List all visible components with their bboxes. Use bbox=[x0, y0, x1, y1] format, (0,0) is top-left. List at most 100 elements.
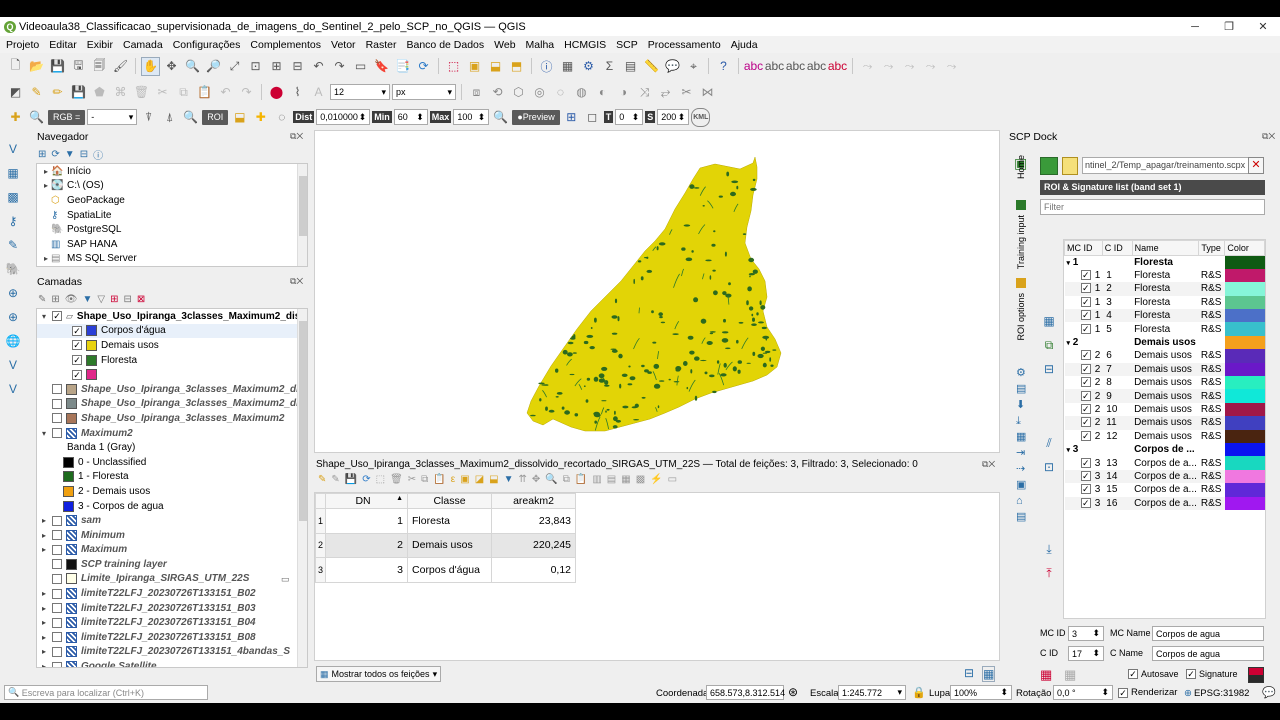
table-cell[interactable]: Demais usos bbox=[407, 532, 493, 558]
preview-toggle-icon[interactable]: ◻ bbox=[583, 108, 602, 127]
sig-checkbox[interactable]: ✓ bbox=[1080, 363, 1091, 374]
offset-curve-icon[interactable]: ⥂ bbox=[656, 83, 675, 102]
layer-item[interactable]: 1 - Floresta bbox=[37, 470, 307, 485]
paste-rows-icon[interactable]: 📋 bbox=[575, 474, 587, 490]
kml-icon[interactable]: KML bbox=[691, 107, 711, 127]
new-layer-icon[interactable]: V bbox=[3, 379, 23, 399]
zoom-full-icon[interactable]: ⤢ bbox=[225, 57, 244, 76]
rotation-input[interactable]: 0,0 ° ⬍ bbox=[1053, 685, 1113, 700]
add-selected-icon[interactable]: ⊞ bbox=[38, 149, 46, 160]
save-attr-icon[interactable]: 💾 bbox=[345, 474, 357, 490]
sig-checkbox[interactable]: ✓ bbox=[1080, 310, 1091, 321]
reshape-icon[interactable]: ⤨ bbox=[635, 83, 654, 102]
identify-features-icon[interactable]: ⓘ bbox=[537, 57, 556, 76]
layer-item[interactable]: ✓ Demais usos bbox=[37, 338, 307, 353]
delete-attr-icon[interactable]: 🗑 bbox=[390, 474, 403, 490]
cut-icon[interactable]: ✂ bbox=[153, 83, 172, 102]
select-feature-icon[interactable]: ▣ bbox=[465, 57, 484, 76]
expand-arrow-icon[interactable]: ▸ bbox=[41, 167, 51, 176]
add-mesh-icon[interactable]: ▩ bbox=[3, 187, 23, 207]
filter-select-icon[interactable]: ▼ bbox=[504, 474, 514, 490]
row-header[interactable]: 3 bbox=[315, 557, 327, 583]
menu-8[interactable]: Banco de Dados bbox=[401, 39, 489, 51]
dist-input[interactable]: 0,010000 ⬍ bbox=[316, 109, 371, 125]
layer-checkbox[interactable]: ✓ bbox=[72, 340, 82, 351]
sig-column-header[interactable]: MC ID bbox=[1064, 240, 1103, 256]
region-growing-icon[interactable]: ◌ bbox=[272, 108, 291, 127]
info-icon[interactable]: ⓘ bbox=[93, 147, 103, 162]
signature-row[interactable]: ✓ 2 8 Demais usos R&S bbox=[1065, 376, 1265, 390]
sig-color[interactable] bbox=[1224, 416, 1265, 430]
navigator-item[interactable]: ⚷ SpatiaLite bbox=[37, 208, 307, 223]
sig-column-header[interactable]: Type bbox=[1198, 240, 1226, 256]
layer-item[interactable]: 0 - Unclassified bbox=[37, 455, 307, 470]
font-size-combo[interactable]: 12 ▾ bbox=[330, 84, 390, 100]
sig-color[interactable] bbox=[1224, 376, 1265, 390]
layer-item[interactable]: ▸ Minimum bbox=[37, 528, 307, 543]
zoom-preview-icon[interactable]: 🔍 bbox=[491, 108, 510, 127]
add-part-icon[interactable]: ◌ bbox=[551, 83, 570, 102]
min-input[interactable]: 60 ⬍ bbox=[393, 109, 428, 125]
menu-10[interactable]: Malha bbox=[520, 39, 559, 51]
layer-item[interactable]: ▸ limiteT22LFJ_20230726T133151_B08 bbox=[37, 630, 307, 645]
roi-button[interactable]: ROI bbox=[202, 109, 229, 125]
add-spatialite-icon[interactable]: ⚷ bbox=[3, 211, 23, 231]
select-expr-icon[interactable]: ε bbox=[451, 474, 455, 490]
zoom-in-icon[interactable]: 🔍 bbox=[183, 57, 202, 76]
layer-item[interactable]: SCP training layer bbox=[37, 557, 307, 572]
row-header[interactable]: 1 bbox=[315, 508, 327, 534]
sig-checkbox[interactable]: ✓ bbox=[1080, 430, 1091, 441]
identify-icon[interactable]: ⬚ bbox=[444, 57, 463, 76]
sig-calc-icon[interactable]: ▦ bbox=[1038, 309, 1060, 333]
signature-row[interactable]: ▾ 1 Floresta bbox=[1065, 255, 1265, 269]
signature-checkbox[interactable]: ✓ Signature bbox=[1186, 669, 1238, 679]
dock-icon[interactable]: ▭ bbox=[668, 474, 677, 490]
tab-roi-options[interactable]: ROI options bbox=[1016, 293, 1026, 341]
sig-color[interactable] bbox=[1224, 295, 1265, 310]
layer-checkbox[interactable] bbox=[52, 515, 62, 526]
sig-color[interactable] bbox=[1224, 282, 1265, 296]
roi-plus-icon[interactable]: ✚ bbox=[251, 108, 270, 127]
mc-id-input[interactable]: 3 ⬍ bbox=[1068, 626, 1104, 641]
menu-3[interactable]: Camada bbox=[117, 39, 167, 51]
manual-roi-icon[interactable]: ⬓ bbox=[230, 108, 249, 127]
signature-row[interactable]: ✓ 3 16 Corpos de a... R&S bbox=[1064, 496, 1265, 510]
layer-checkbox[interactable] bbox=[52, 661, 62, 667]
signature-row[interactable]: ✓ 2 10 Demais usos R&S bbox=[1065, 402, 1265, 417]
layer-expand-icon[interactable]: ▸ bbox=[39, 647, 49, 656]
s-input[interactable]: 200 ⬍ bbox=[657, 109, 690, 125]
add-attr-feature-icon[interactable]: ⬚ bbox=[376, 474, 385, 490]
add-delimited-icon[interactable]: ✎ bbox=[3, 235, 23, 255]
show-hide-image-icon[interactable]: ⍒ bbox=[139, 108, 158, 127]
pan-to-selection-icon[interactable]: ✥ bbox=[162, 57, 181, 76]
conditional-format-icon[interactable]: ▩ bbox=[636, 474, 645, 490]
autosave-checkbox[interactable]: ✓ Autosave bbox=[1128, 669, 1179, 679]
preview-pointer-icon[interactable]: ⊞ bbox=[562, 108, 581, 127]
crs-button[interactable]: ⊕ EPSG:31982 bbox=[1184, 688, 1249, 699]
navigator-item[interactable]: ▸ 🏠 Início bbox=[37, 164, 307, 179]
signature-row[interactable]: ✓ 1 5 Floresta R&S bbox=[1065, 322, 1265, 336]
menu-9[interactable]: Web bbox=[488, 39, 519, 51]
undo-roi-icon[interactable]: ▦ bbox=[1040, 667, 1052, 683]
zoom-input-image-icon[interactable]: 🔍 bbox=[27, 108, 46, 127]
delete-part-icon[interactable]: ◑ bbox=[614, 83, 633, 102]
filter-nav-icon[interactable]: ▼ bbox=[65, 149, 75, 160]
magnifier-input[interactable]: 100% ⬍ bbox=[950, 685, 1012, 700]
sig-color[interactable] bbox=[1224, 322, 1265, 336]
cut-attr-icon[interactable]: ✂ bbox=[408, 474, 416, 490]
scale-combo[interactable]: 1:245.772 ▾ bbox=[838, 685, 906, 700]
remove-layer-icon[interactable]: ⊠ bbox=[137, 294, 145, 305]
actions-icon[interactable]: ⚡ bbox=[650, 474, 662, 490]
delete-selected-icon[interactable]: 🗑 bbox=[132, 83, 151, 102]
layer-expand-icon[interactable]: ▸ bbox=[39, 618, 49, 627]
signature-row[interactable]: ✓ 2 7 Demais usos R&S bbox=[1064, 362, 1265, 377]
layer-item[interactable]: ▸ sam bbox=[37, 513, 307, 528]
menu-0[interactable]: Projeto bbox=[0, 39, 43, 51]
sig-plot-icon[interactable]: ⫽ bbox=[1038, 431, 1060, 455]
save-project-icon[interactable]: 💾 bbox=[48, 57, 67, 76]
layer-item[interactable]: ▸ limiteT22LFJ_20230726T133151_B04 bbox=[37, 615, 307, 630]
layer-expand-icon[interactable]: ▸ bbox=[39, 516, 49, 525]
tab-home[interactable]: Home bbox=[1016, 155, 1026, 179]
table-cell[interactable]: 23,843 bbox=[491, 508, 577, 534]
sig-checkbox[interactable]: ✓ bbox=[1080, 283, 1091, 294]
